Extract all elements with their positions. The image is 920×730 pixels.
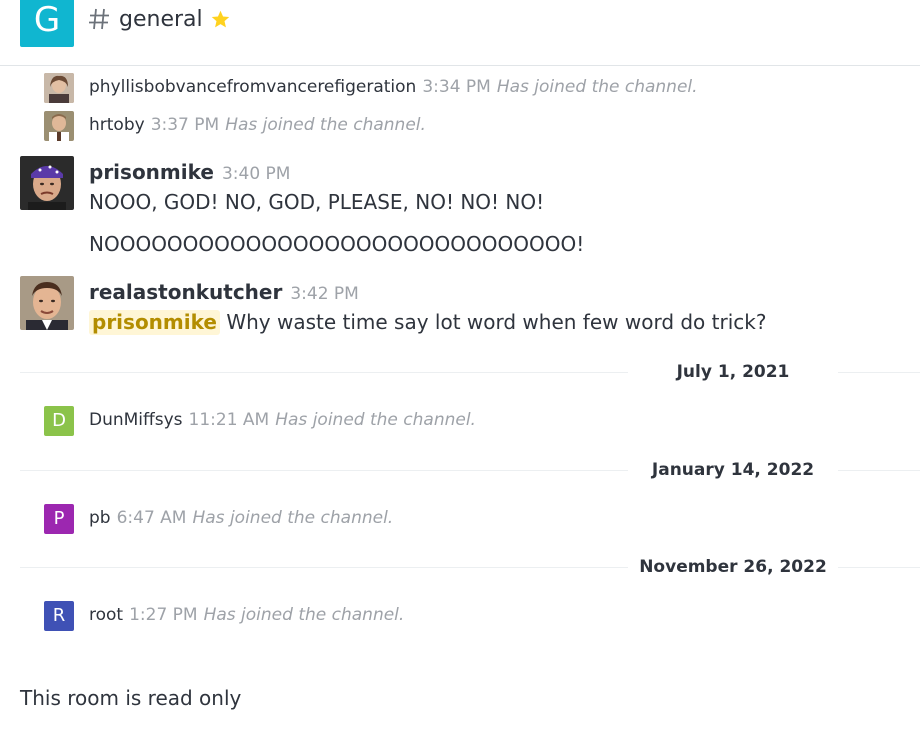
join-note: Has joined the channel. xyxy=(192,508,394,528)
favorite-star-icon[interactable] xyxy=(210,9,231,30)
username[interactable]: hrtoby xyxy=(89,115,145,135)
message-header: prisonmike 3:40 PM xyxy=(89,160,290,184)
divider-line xyxy=(20,372,628,373)
avatar[interactable]: R xyxy=(44,601,74,631)
avatar[interactable]: D xyxy=(44,406,74,436)
username[interactable]: DunMiffsys xyxy=(89,410,183,430)
username[interactable]: realastonkutcher xyxy=(89,280,282,304)
avatar[interactable]: P xyxy=(44,504,74,534)
divider-line xyxy=(20,470,628,471)
timestamp: 6:47 AM xyxy=(116,508,187,528)
avatar[interactable] xyxy=(20,276,74,330)
avatar[interactable] xyxy=(44,73,74,103)
username[interactable]: prisonmike xyxy=(89,160,214,184)
join-note: Has joined the channel. xyxy=(275,410,476,430)
message-text: NOOOOOOOOOOOOOOOOOOOOOOOOOOOOOO! xyxy=(89,232,585,256)
divider-line xyxy=(838,470,920,471)
message-text: prisonmike Why waste time say lot word w… xyxy=(89,310,767,335)
timestamp: 3:37 PM xyxy=(150,115,220,135)
room-header: G general xyxy=(0,0,920,66)
message-header: realastonkutcher 3:42 PM xyxy=(89,280,359,304)
divider-date: November 26, 2022 xyxy=(639,557,827,577)
hash-icon xyxy=(89,8,109,30)
room-avatar[interactable]: G xyxy=(20,0,74,47)
user-mention[interactable]: prisonmike xyxy=(89,310,220,335)
join-note: Has joined the channel. xyxy=(496,77,698,97)
username[interactable]: phyllisbobvancefromvancerefigeration xyxy=(89,77,416,97)
join-note: Has joined the channel. xyxy=(225,115,426,135)
timestamp: 3:42 PM xyxy=(290,284,359,304)
divider-line xyxy=(838,372,920,373)
message-body: Why waste time say lot word when few wor… xyxy=(226,310,767,334)
avatar[interactable] xyxy=(44,111,74,141)
room-name: general xyxy=(119,7,203,32)
divider-date: July 1, 2021 xyxy=(676,362,790,382)
timestamp: 1:27 PM xyxy=(129,605,198,625)
divider-date: January 14, 2022 xyxy=(651,460,815,480)
divider-line xyxy=(838,567,920,568)
timestamp: 3:34 PM xyxy=(422,77,491,97)
username[interactable]: pb xyxy=(89,508,111,528)
system-line: root 1:27 PM Has joined the channel. xyxy=(89,605,404,625)
avatar[interactable] xyxy=(20,156,74,210)
system-line: DunMiffsys 11:21 AM Has joined the channel… xyxy=(89,410,476,430)
readonly-notice: This room is read only xyxy=(20,686,242,710)
system-line: hrtoby 3:37 PM Has joined the channel. xyxy=(89,115,426,135)
username[interactable]: root xyxy=(89,605,123,625)
divider-line xyxy=(20,567,628,568)
system-line: phyllisbobvancefromvancerefigeration 3:34… xyxy=(89,77,698,97)
system-line: pb 6:47 AM Has joined the channel. xyxy=(89,508,393,528)
join-note: Has joined the channel. xyxy=(203,605,405,625)
message-text: NOOO, GOD! NO, GOD, PLEASE, NO! NO! NO! xyxy=(89,190,545,214)
timestamp: 11:21 AM xyxy=(188,410,270,430)
timestamp: 3:40 PM xyxy=(221,164,291,184)
